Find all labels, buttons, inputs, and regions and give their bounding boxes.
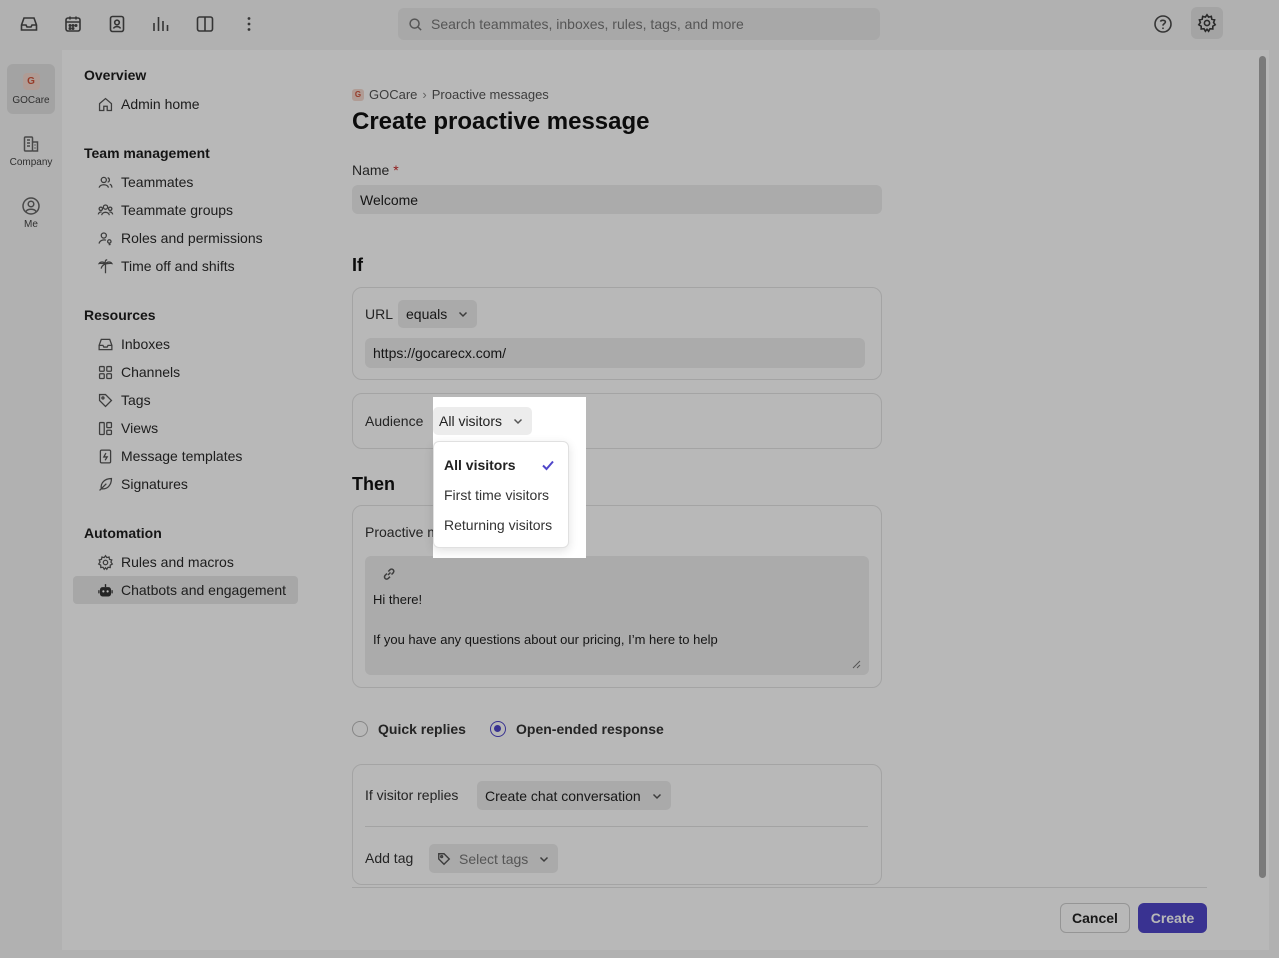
chevron-down-icon	[513, 418, 523, 425]
check-icon	[542, 460, 554, 471]
audience-option-first-time[interactable]: First time visitors	[444, 487, 549, 503]
audience-value: All visitors	[439, 413, 503, 429]
audience-dropdown[interactable]: All visitors	[433, 407, 533, 435]
audience-option-returning[interactable]: Returning visitors	[444, 517, 552, 533]
dim-overlay[interactable]	[0, 0, 1279, 958]
audience-option-all[interactable]: All visitors	[444, 457, 516, 473]
audience-menu: All visitors First time visitors Returni…	[433, 441, 569, 548]
